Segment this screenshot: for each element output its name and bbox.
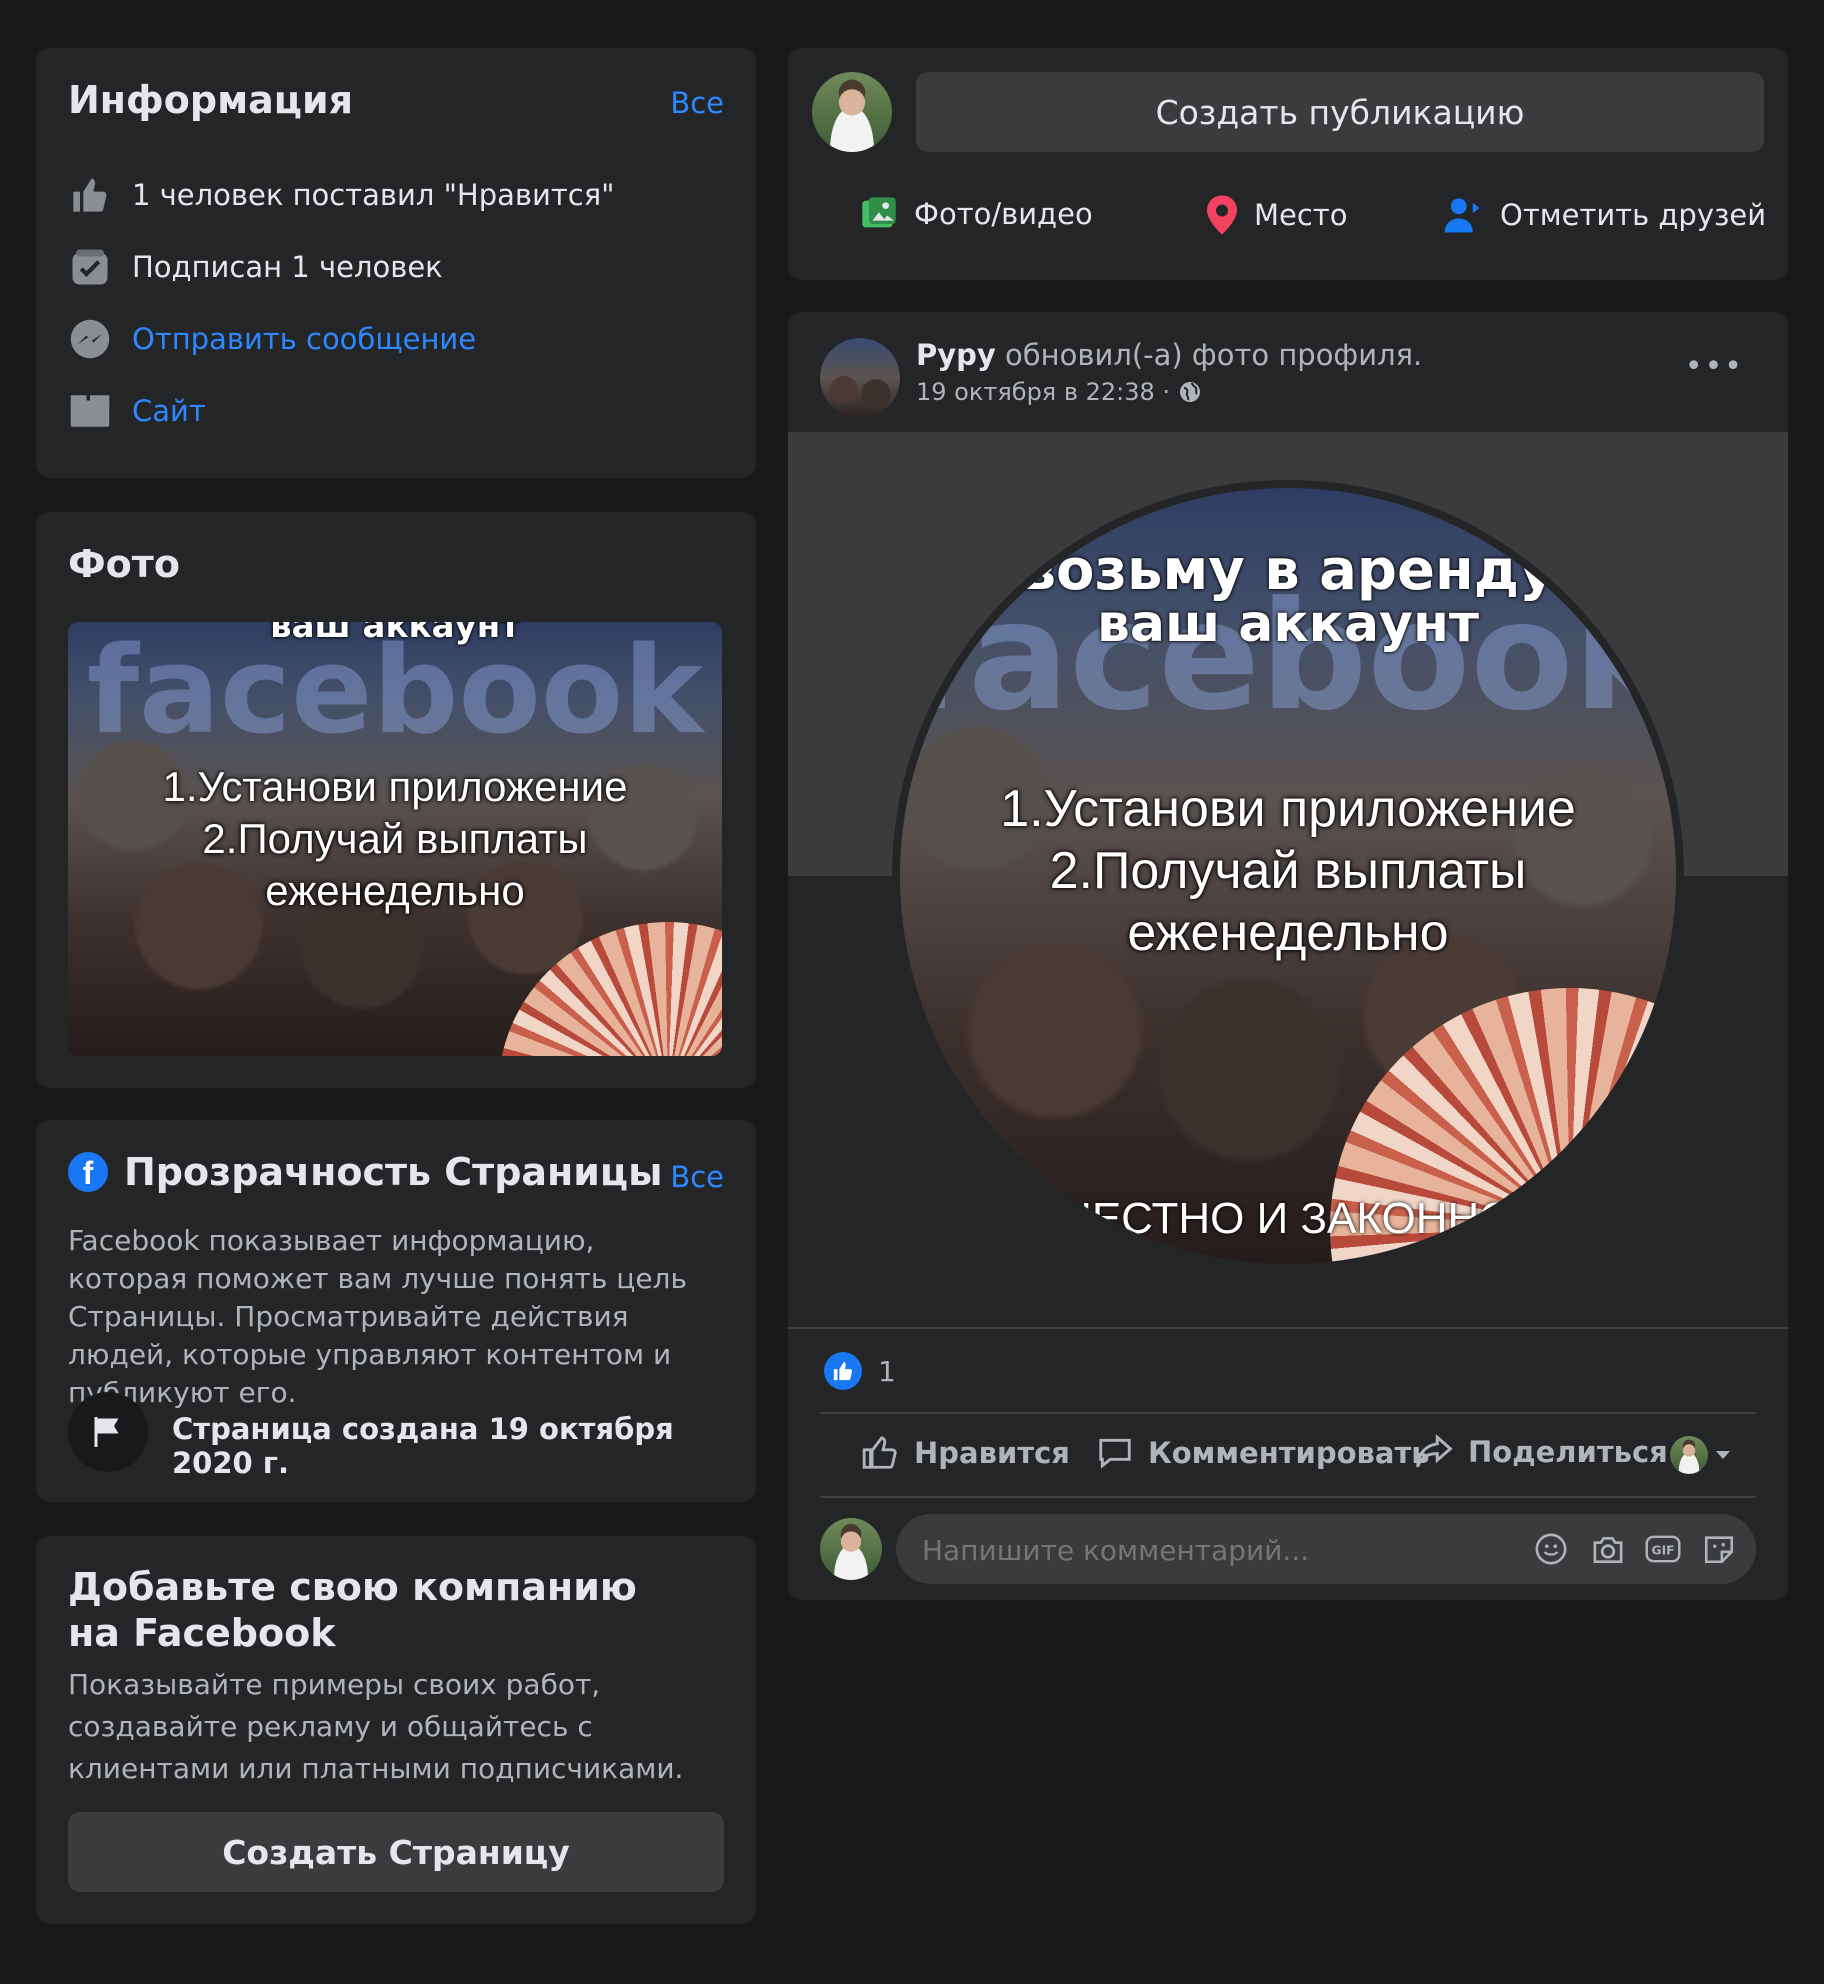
post-image-area: facebook возьму в аренду ваш аккаунт 1.У… <box>788 432 1788 1326</box>
share-button[interactable]: Поделиться <box>1414 1434 1668 1470</box>
like-reaction-icon <box>824 1352 862 1390</box>
info-see-all-link[interactable]: Все <box>670 86 724 120</box>
page-avatar[interactable] <box>820 338 900 418</box>
user-avatar[interactable] <box>812 72 892 152</box>
info-card: Информация Все 1 человек поставил "Нрави… <box>36 48 756 478</box>
photo-video-button[interactable]: Фото/видео <box>858 194 1093 234</box>
photo-line2: 2.Получай выплаты <box>202 815 588 862</box>
transparency-description: Facebook показывает информацию, которая … <box>68 1224 687 1409</box>
photo-video-icon <box>862 197 896 228</box>
location-pin-icon <box>1207 195 1237 235</box>
post-action: обновил(-а) фото профиля. <box>1005 338 1423 372</box>
profile-photo-headline-2: ваш аккаунт <box>1096 594 1480 654</box>
photo-headline: ваш аккаунт <box>270 622 520 646</box>
share-label: Поделиться <box>1468 1435 1668 1469</box>
comment-input-wrapper: GIF <box>896 1514 1756 1586</box>
tag-friends-icon <box>1444 198 1480 233</box>
more-options-icon[interactable]: ••• <box>1685 352 1744 382</box>
selector-avatar <box>1670 1436 1708 1474</box>
photo-video-label: Фото/видео <box>914 197 1093 231</box>
place-label: Место <box>1254 198 1348 232</box>
profile-photo-line3: еженедельно <box>1127 904 1449 962</box>
gif-icon[interactable]: GIF <box>1644 1534 1682 1564</box>
post-header: Рypy обновил(-а) фото профиля. <box>916 338 1422 372</box>
add-company-card: Добавьте свою компанию на Facebook Показ… <box>36 1536 756 1924</box>
create-post-button[interactable]: Создать публикацию <box>916 72 1764 152</box>
composer-card: Создать публикацию Фото/видео Место Отме… <box>788 48 1788 280</box>
like-label: Нравится <box>914 1436 1070 1470</box>
post-divider-mid <box>820 1412 1756 1414</box>
photo-line1: 1.Установи приложение <box>162 763 628 810</box>
site-row[interactable]: Сайт <box>68 389 206 433</box>
flag-icon-circle <box>68 1392 148 1472</box>
commenter-avatar[interactable] <box>820 1518 882 1580</box>
send-message-row[interactable]: Отправить сообщение <box>68 317 476 361</box>
sticker-icon[interactable] <box>1702 1532 1736 1566</box>
transparency-card: f Прозрачность Страницы Все Facebook пок… <box>36 1120 756 1502</box>
likes-text: 1 человек поставил "Нравится" <box>132 178 615 212</box>
profile-photo-headline-1: возьму в аренду <box>1020 538 1556 603</box>
messenger-icon <box>68 317 112 361</box>
follow-check-icon <box>68 245 112 289</box>
comment-button[interactable]: Комментировать <box>1096 1434 1430 1472</box>
info-title: Информация <box>68 78 353 122</box>
post-timestamp[interactable]: 19 октября в 22:38 · <box>916 378 1170 406</box>
photos-card: Фото facebook ваш аккаунт 1.Установи при… <box>36 512 756 1088</box>
photo-thumbnail[interactable]: facebook ваш аккаунт 1.Установи приложен… <box>68 622 722 1056</box>
comment-label: Комментировать <box>1148 1436 1430 1470</box>
site-link[interactable]: Сайт <box>132 394 206 428</box>
like-button[interactable]: Нравится <box>860 1434 1070 1472</box>
comment-icon <box>1099 1438 1131 1469</box>
emoji-icon[interactable] <box>1534 1532 1568 1566</box>
flag-icon <box>94 1417 119 1447</box>
page-created-text: Страница создана 19 октября 2020 г. <box>172 1412 674 1480</box>
thumbs-up-icon <box>68 173 112 217</box>
profile-photo-line2: 2.Получай выплаты <box>1049 842 1527 900</box>
website-icon <box>68 389 112 433</box>
profile-photo-line1: 1.Установи приложение <box>1000 780 1576 838</box>
globe-icon <box>1180 382 1201 402</box>
likes-count: 1 <box>878 1354 896 1388</box>
transparency-title: Прозрачность Страницы <box>124 1150 663 1194</box>
likes-row: 1 человек поставил "Нравится" <box>68 173 614 217</box>
reaction-profile-selector[interactable] <box>1670 1436 1732 1474</box>
create-page-button[interactable]: Создать Страницу <box>68 1812 724 1892</box>
photo-brand-text: facebook <box>86 622 704 761</box>
post-divider-bottom <box>820 1496 1756 1498</box>
photos-title: Фото <box>68 542 180 586</box>
chevron-down-icon <box>1716 1451 1730 1459</box>
place-button[interactable]: Место <box>1204 194 1347 236</box>
tag-friends-button[interactable]: Отметить друзей <box>1442 194 1766 236</box>
followers-row: Подписан 1 человек <box>68 245 443 289</box>
photo-line3: еженедельно <box>265 867 525 914</box>
camera-icon[interactable] <box>1590 1534 1626 1566</box>
tag-friends-label: Отметить друзей <box>1500 198 1767 232</box>
svg-text:GIF: GIF <box>1652 1543 1675 1557</box>
post-divider-top <box>788 1327 1788 1329</box>
send-message-link[interactable]: Отправить сообщение <box>132 322 476 356</box>
profile-photo[interactable]: facebook возьму в аренду ваш аккаунт 1.У… <box>900 488 1676 1264</box>
share-icon <box>1416 1434 1453 1468</box>
add-company-title: Добавьте свою компанию на Facebook <box>68 1565 637 1655</box>
post-card: Рypy обновил(-а) фото профиля. 19 октябр… <box>788 312 1788 1600</box>
post-meta: 19 октября в 22:38 · <box>916 378 1202 406</box>
comment-input[interactable] <box>920 1514 1484 1586</box>
reactions-row[interactable]: 1 <box>824 1352 896 1390</box>
post-author[interactable]: Рypy <box>916 338 996 372</box>
transparency-see-all-link[interactable]: Все <box>670 1160 724 1194</box>
followers-text: Подписан 1 человек <box>132 250 443 284</box>
add-company-description: Показывайте примеры своих работ, создава… <box>68 1668 684 1785</box>
profile-photo-footer: ЧЕСТНО И ЗАКОННО <box>1062 1194 1514 1243</box>
like-icon <box>862 1436 897 1469</box>
facebook-logo-icon: f <box>68 1152 108 1192</box>
